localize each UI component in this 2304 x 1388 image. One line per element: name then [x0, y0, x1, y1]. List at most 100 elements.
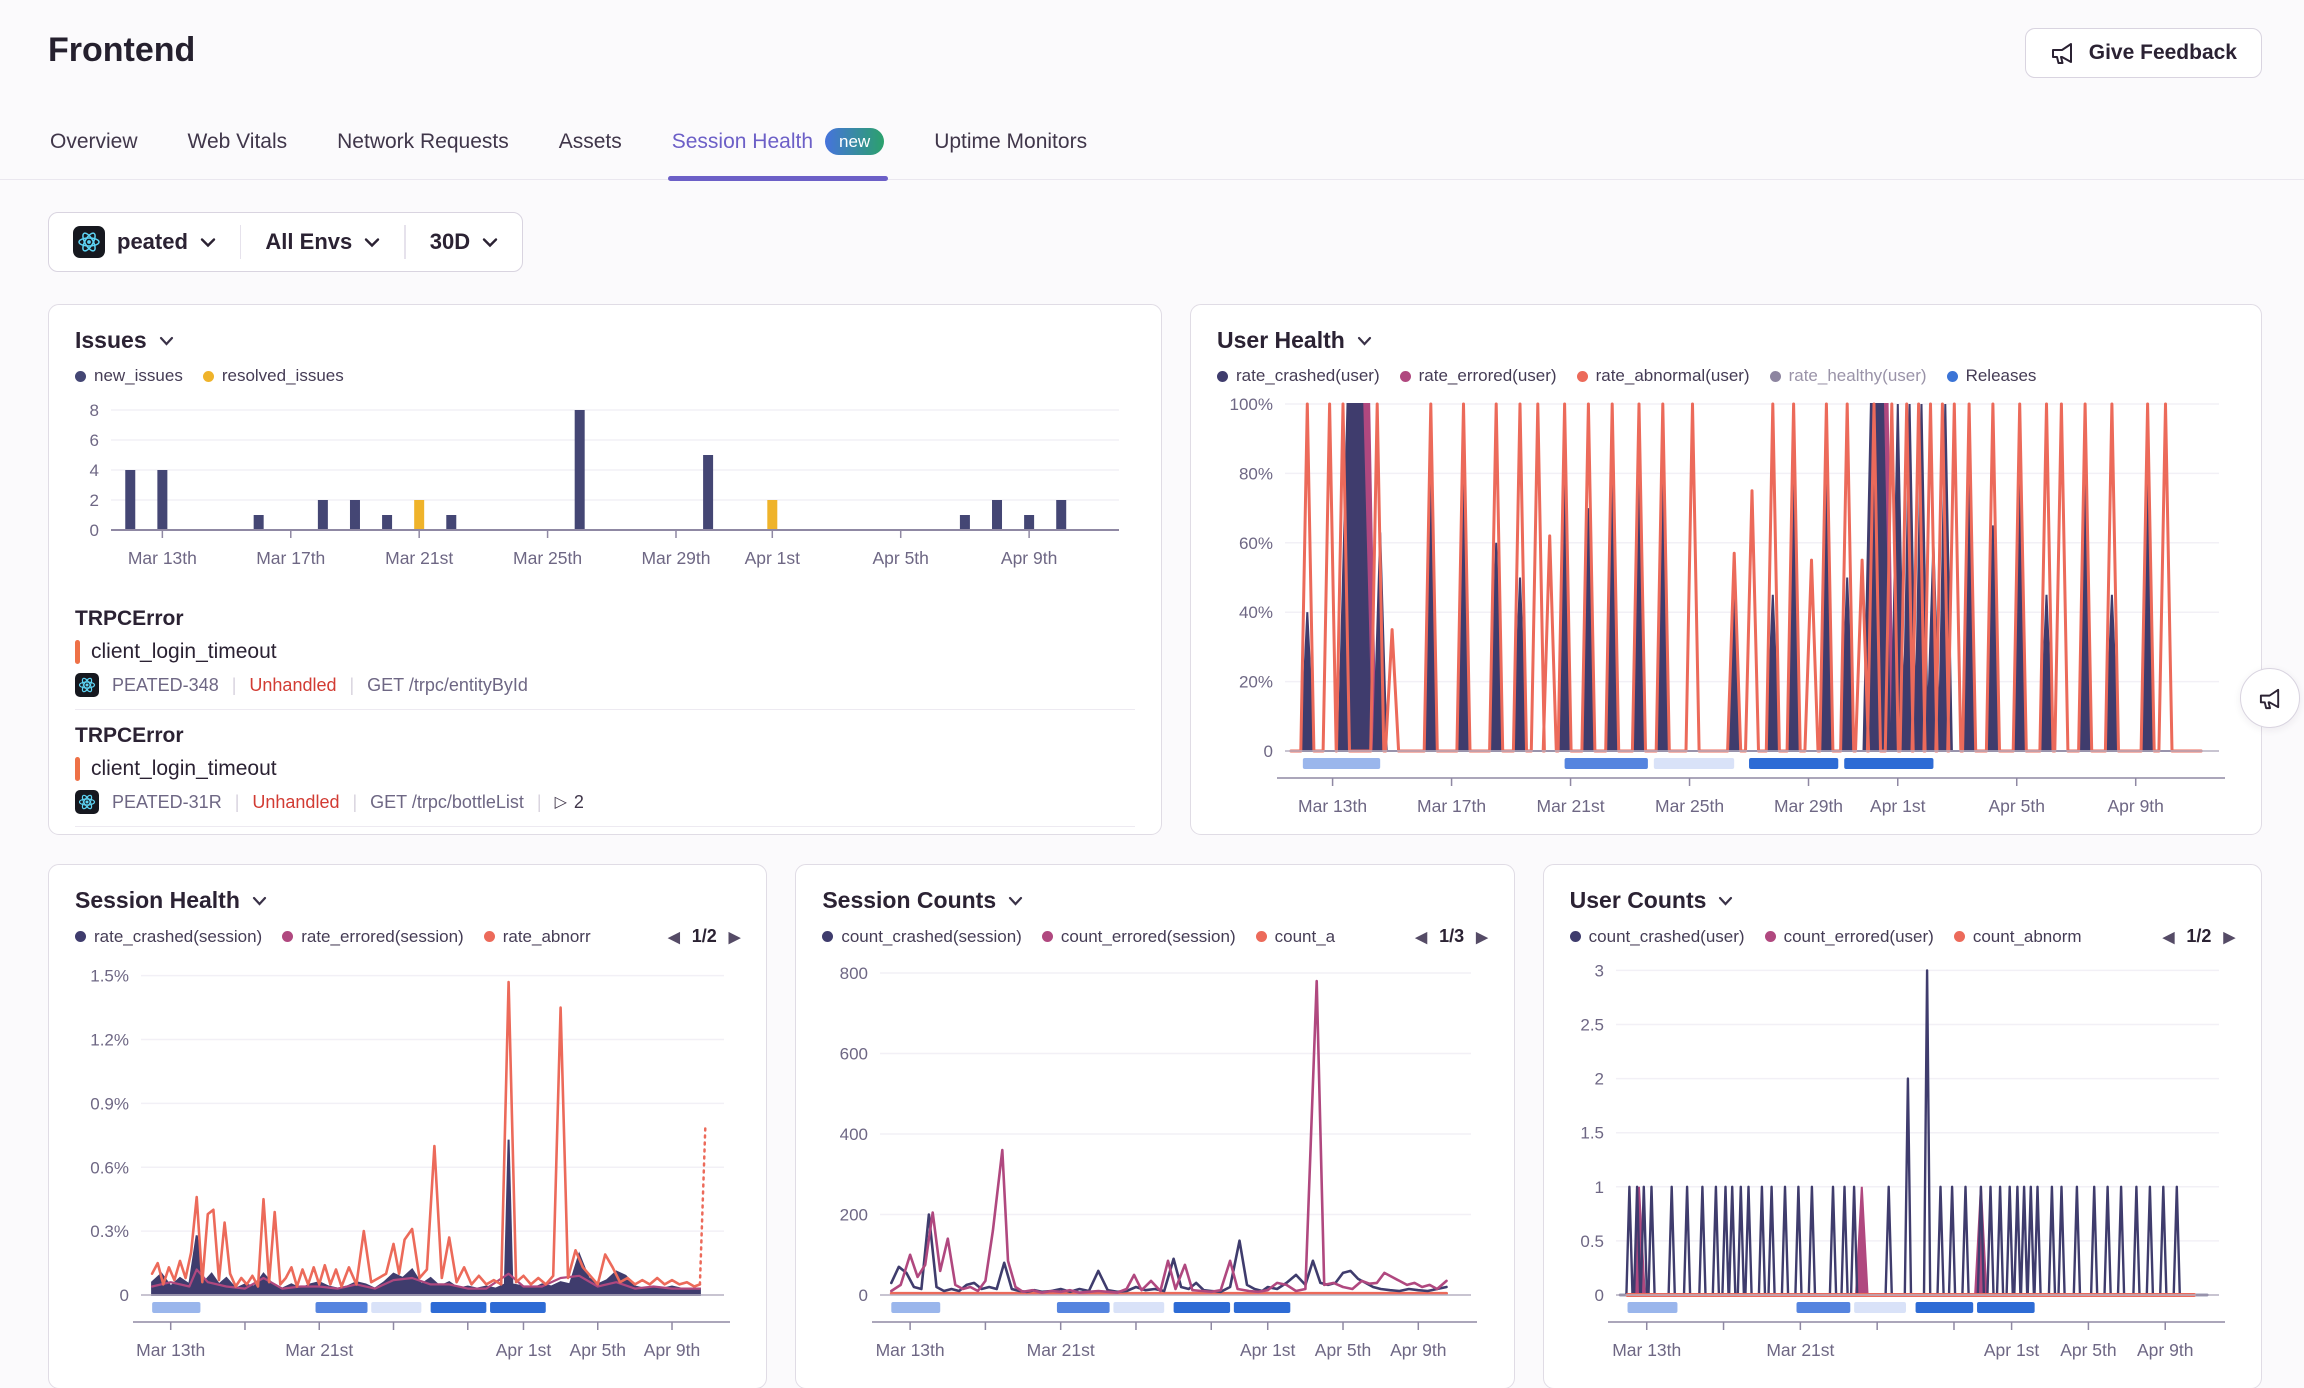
- svg-text:Mar 25th: Mar 25th: [513, 548, 582, 568]
- svg-text:60%: 60%: [1239, 534, 1273, 553]
- floating-feedback-button[interactable]: [2240, 668, 2300, 728]
- svg-text:Mar 17th: Mar 17th: [1417, 796, 1486, 816]
- user-health-chart[interactable]: 020%40%60%80%100%Mar 13thMar 17thMar 21s…: [1217, 392, 2235, 822]
- legend-item[interactable]: rate_errored(user): [1400, 366, 1557, 386]
- svg-text:Apr 5th: Apr 5th: [1989, 796, 2045, 816]
- page-filter-bar: peated All Envs 30D: [48, 212, 523, 272]
- legend-item[interactable]: new_issues: [75, 366, 183, 386]
- replay-count[interactable]: ▷ 2: [555, 792, 584, 813]
- next-page-button[interactable]: ▶: [2223, 928, 2235, 946]
- svg-text:1.5: 1.5: [1580, 1124, 1604, 1143]
- panel-title: User Health: [1217, 327, 1345, 354]
- chevron-down-icon: [482, 237, 498, 248]
- session-health-title-dropdown[interactable]: Session Health: [75, 887, 740, 914]
- tab-web-vitals[interactable]: Web Vitals: [186, 104, 290, 179]
- tab-label: Session Health: [672, 130, 813, 154]
- tab-uptime-monitors[interactable]: Uptime Monitors: [932, 104, 1089, 179]
- environment-selector[interactable]: All Envs: [241, 229, 404, 255]
- react-project-icon: [75, 790, 99, 814]
- legend-row: count_crashed(session) count_errored(sess…: [822, 926, 1487, 947]
- legend-label: rate_crashed(session): [94, 927, 262, 947]
- svg-text:Apr 9th: Apr 9th: [2137, 1340, 2193, 1360]
- tab-overview[interactable]: Overview: [48, 104, 140, 179]
- react-project-icon: [75, 673, 99, 697]
- next-page-button[interactable]: ▶: [729, 928, 741, 946]
- svg-text:1.5%: 1.5%: [90, 967, 129, 986]
- prev-page-button[interactable]: ◀: [2163, 928, 2175, 946]
- unhandled-tag: Unhandled: [249, 675, 336, 696]
- session-counts-title-dropdown[interactable]: Session Counts: [822, 887, 1487, 914]
- legend-dot-icon: [1042, 931, 1053, 942]
- svg-text:Apr 9th: Apr 9th: [2107, 796, 2163, 816]
- issue-message-link[interactable]: client_login_timeout: [91, 640, 277, 664]
- project-selector[interactable]: peated: [49, 226, 240, 258]
- user-counts-title-dropdown[interactable]: User Counts: [1570, 887, 2235, 914]
- svg-text:0: 0: [90, 521, 99, 540]
- svg-text:2.5: 2.5: [1580, 1016, 1604, 1035]
- issues-title-dropdown[interactable]: Issues: [75, 327, 1135, 354]
- panel-title: Issues: [75, 327, 147, 354]
- tab-label: Network Requests: [337, 130, 509, 154]
- legend-label: rate_healthy(user): [1789, 366, 1927, 386]
- issue-short-id: PEATED-31R: [112, 792, 222, 813]
- user-health-title-dropdown[interactable]: User Health: [1217, 327, 2235, 354]
- svg-text:0.5: 0.5: [1580, 1232, 1604, 1251]
- svg-text:40%: 40%: [1239, 603, 1273, 622]
- issue-endpoint: GET /trpc/entityById: [367, 675, 528, 696]
- svg-text:Mar 13th: Mar 13th: [1612, 1340, 1681, 1360]
- chevron-down-icon: [364, 237, 380, 248]
- svg-text:Mar 29th: Mar 29th: [641, 548, 710, 568]
- panel-title: Session Health: [75, 887, 240, 914]
- legend-item[interactable]: count_a: [1256, 927, 1336, 947]
- legend-item[interactable]: count_crashed(user): [1570, 927, 1745, 947]
- page-title: Frontend: [48, 28, 195, 72]
- legend-row: new_issues resolved_issues: [75, 366, 1135, 386]
- give-feedback-button[interactable]: Give Feedback: [2025, 28, 2262, 78]
- legend-dot-icon: [282, 931, 293, 942]
- date-range-selector[interactable]: 30D: [406, 229, 522, 255]
- legend-item[interactable]: count_abnorm: [1954, 927, 2082, 947]
- session-health-chart[interactable]: 00.3%0.6%0.9%1.2%1.5%Mar 13thMar 21stApr…: [75, 953, 740, 1366]
- svg-text:Apr 1st: Apr 1st: [496, 1340, 552, 1360]
- session-counts-chart[interactable]: 0200400600800Mar 13thMar 21stApr 1stApr …: [822, 953, 1487, 1366]
- tab-session-health[interactable]: Session Healthnew: [670, 104, 886, 179]
- legend-item[interactable]: count_errored(user): [1765, 927, 1934, 947]
- legend-item[interactable]: count_crashed(session): [822, 927, 1021, 947]
- svg-text:Mar 13th: Mar 13th: [1298, 796, 1367, 816]
- svg-text:4: 4: [90, 461, 99, 480]
- svg-text:0.6%: 0.6%: [90, 1158, 129, 1177]
- replay-count-value: 2: [574, 792, 584, 813]
- legend-item[interactable]: rate_crashed(session): [75, 927, 262, 947]
- legend-item[interactable]: rate_crashed(user): [1217, 366, 1380, 386]
- legend-item[interactable]: count_errored(session): [1042, 927, 1236, 947]
- legend-item[interactable]: rate_healthy(user): [1770, 366, 1927, 386]
- prev-page-button[interactable]: ◀: [1416, 928, 1428, 946]
- user-counts-chart[interactable]: 00.511.522.53Mar 13thMar 21stApr 1stApr …: [1570, 953, 2235, 1366]
- svg-text:0.9%: 0.9%: [90, 1094, 129, 1113]
- prev-page-button[interactable]: ◀: [668, 928, 680, 946]
- tab-network-requests[interactable]: Network Requests: [335, 104, 511, 179]
- tab-assets[interactable]: Assets: [557, 104, 624, 179]
- svg-text:Apr 1st: Apr 1st: [1870, 796, 1926, 816]
- legend-label: new_issues: [94, 366, 183, 386]
- issue-row[interactable]: TRPCError client_login_timeout PEATED-34…: [75, 593, 1135, 710]
- chevron-down-icon: [200, 237, 216, 248]
- legend-item[interactable]: Releases: [1947, 366, 2037, 386]
- issue-message-link[interactable]: client_login_timeout: [91, 757, 277, 781]
- legend-item[interactable]: resolved_issues: [203, 366, 344, 386]
- issue-row[interactable]: TRPCError client_login_timeout PEATED-31…: [75, 710, 1135, 827]
- legend-label: count_crashed(session): [841, 927, 1021, 947]
- issue-type: TRPCError: [75, 724, 1135, 748]
- legend-item[interactable]: rate_errored(session): [282, 927, 464, 947]
- legend-pager: ◀ 1/2 ▶: [668, 926, 740, 947]
- panel-title: User Counts: [1570, 887, 1707, 914]
- svg-text:Mar 13th: Mar 13th: [128, 548, 197, 568]
- next-page-button[interactable]: ▶: [1476, 928, 1488, 946]
- issues-chart[interactable]: 02468Mar 13thMar 17thMar 21stMar 25thMar…: [75, 392, 1135, 593]
- legend-label: count_a: [1275, 927, 1336, 947]
- legend-dot-icon: [1217, 371, 1228, 382]
- svg-text:Apr 5th: Apr 5th: [1315, 1340, 1371, 1360]
- svg-text:Apr 9th: Apr 9th: [644, 1340, 700, 1360]
- legend-item[interactable]: rate_abnormal(user): [1577, 366, 1750, 386]
- legend-item[interactable]: rate_abnorr: [484, 927, 591, 947]
